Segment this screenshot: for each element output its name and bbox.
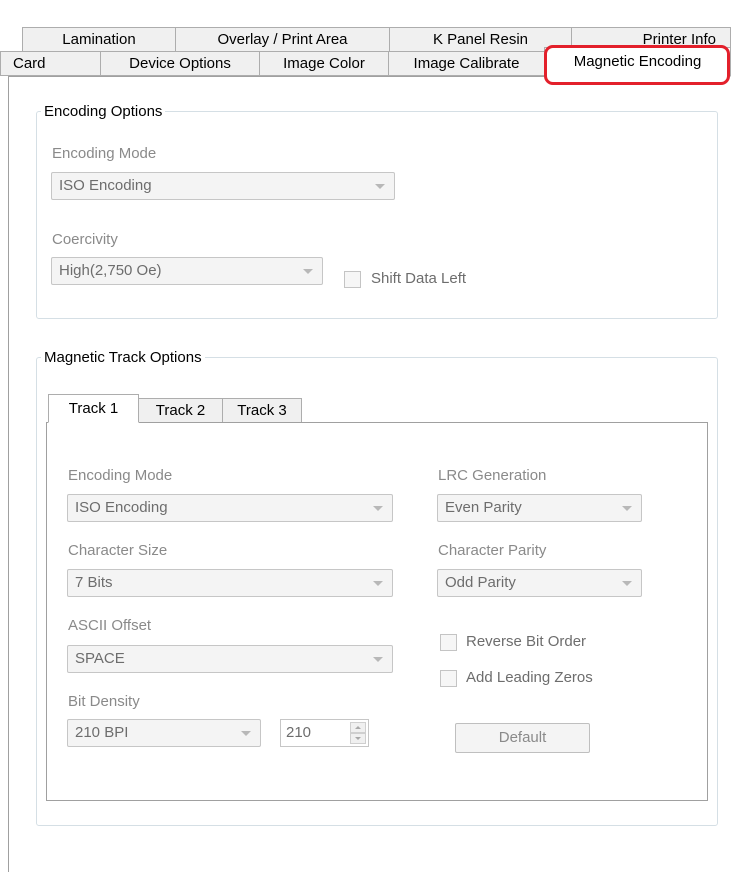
character-parity-value: Odd Parity xyxy=(445,574,516,591)
stepper-up-icon[interactable] xyxy=(350,722,366,733)
chevron-down-icon xyxy=(373,581,383,586)
character-size-label: Character Size xyxy=(68,542,168,559)
encoding-mode-label: Encoding Mode xyxy=(52,145,157,162)
page-top-edge xyxy=(8,76,544,77)
window-left-edge xyxy=(8,56,9,872)
coercivity-label: Coercivity xyxy=(52,231,118,248)
magnetic-track-options-title: Magnetic Track Options xyxy=(44,349,202,366)
track-encoding-mode-label: Encoding Mode xyxy=(68,467,173,484)
character-parity-label: Character Parity xyxy=(438,542,547,559)
lrc-generation-select[interactable]: Even Parity xyxy=(437,494,642,522)
tab-card[interactable]: Card xyxy=(0,51,101,76)
lrc-generation-value: Even Parity xyxy=(445,499,522,516)
character-size-value: 7 Bits xyxy=(75,574,113,591)
add-leading-zeros-checkbox[interactable] xyxy=(440,670,457,687)
lrc-generation-label: LRC Generation xyxy=(438,467,547,484)
bit-density-value: 210 BPI xyxy=(75,724,129,741)
coercivity-select[interactable]: High(2,750 Oe) xyxy=(51,257,323,285)
tab-magnetic-encoding[interactable]: Magnetic Encoding xyxy=(544,47,731,77)
track-panel-tab-join xyxy=(49,422,138,424)
chevron-down-icon xyxy=(373,657,383,662)
shift-data-left-checkbox[interactable] xyxy=(344,271,361,288)
tab-track-3[interactable]: Track 3 xyxy=(222,398,302,423)
ascii-offset-value: SPACE xyxy=(75,650,125,667)
coercivity-value: High(2,750 Oe) xyxy=(59,262,162,279)
tab-overlay-print-area[interactable]: Overlay / Print Area xyxy=(175,27,390,52)
tab-track-2[interactable]: Track 2 xyxy=(138,398,223,423)
character-parity-select[interactable]: Odd Parity xyxy=(437,569,642,597)
chevron-down-icon xyxy=(373,506,383,511)
track-encoding-mode-value: ISO Encoding xyxy=(75,499,168,516)
chevron-down-icon xyxy=(375,184,385,189)
add-leading-zeros-label[interactable]: Add Leading Zeros xyxy=(466,669,593,686)
track-encoding-mode-select[interactable]: ISO Encoding xyxy=(67,494,393,522)
tab-lamination[interactable]: Lamination xyxy=(22,27,176,52)
reverse-bit-order-label[interactable]: Reverse Bit Order xyxy=(466,633,586,650)
chevron-down-icon xyxy=(303,269,313,274)
reverse-bit-order-checkbox[interactable] xyxy=(440,634,457,651)
default-button[interactable]: Default xyxy=(455,723,590,753)
tab-device-options[interactable]: Device Options xyxy=(100,51,260,76)
bit-density-number: 210 xyxy=(286,724,312,741)
encoding-options-title: Encoding Options xyxy=(44,103,163,120)
ascii-offset-label: ASCII Offset xyxy=(68,617,152,634)
bit-density-stepper[interactable]: 210 xyxy=(280,719,369,747)
tab-image-color[interactable]: Image Color xyxy=(259,51,389,76)
ascii-offset-select[interactable]: SPACE xyxy=(67,645,393,673)
character-size-select[interactable]: 7 Bits xyxy=(67,569,393,597)
encoding-mode-value: ISO Encoding xyxy=(59,177,152,194)
bit-density-select[interactable]: 210 BPI xyxy=(67,719,261,747)
tab-image-calibrate[interactable]: Image Calibrate xyxy=(388,51,545,76)
stepper-down-icon[interactable] xyxy=(350,733,366,744)
chevron-down-icon xyxy=(622,581,632,586)
chevron-down-icon xyxy=(622,506,632,511)
bit-density-label: Bit Density xyxy=(68,693,140,710)
chevron-down-icon xyxy=(241,731,251,736)
encoding-mode-select[interactable]: ISO Encoding xyxy=(51,172,395,200)
tab-track-1[interactable]: Track 1 xyxy=(48,394,139,423)
shift-data-left-label[interactable]: Shift Data Left xyxy=(371,270,466,287)
